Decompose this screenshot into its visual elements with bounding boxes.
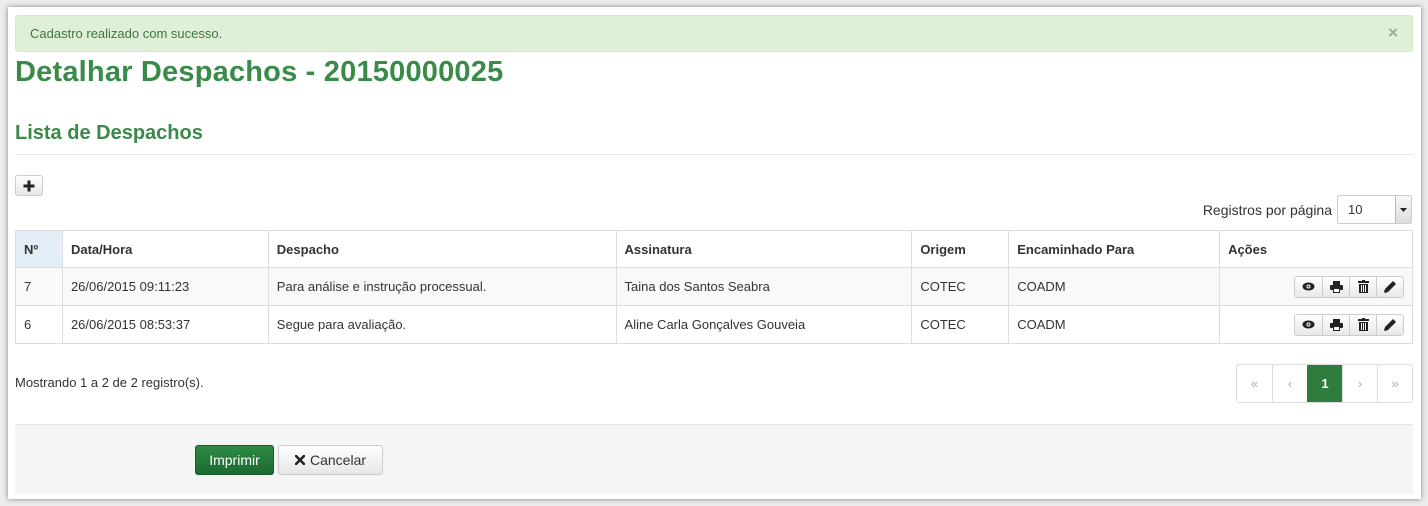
print-button[interactable]: Imprimir [195,445,274,475]
cell-assinatura: Taina dos Santos Seabra [615,267,913,306]
per-page-label: Registros por página [1202,201,1332,218]
cell-acoes [1219,267,1413,306]
column-header-numero[interactable]: Nº [15,230,63,268]
form-footer: Imprimir Cancelar [15,424,1413,494]
pagination-next[interactable]: › [1342,365,1377,402]
eye-icon[interactable] [1295,314,1322,335]
cell-assinatura: Aline Carla Gonçalves Gouveia [615,305,913,344]
trash-icon[interactable] [1349,314,1376,335]
table-header-row: Nº Data/Hora Despacho Assinatura Origem … [15,230,1413,268]
records-summary: Mostrando 1 a 2 de 2 registro(s). [15,375,204,390]
pencil-icon[interactable] [1376,276,1403,297]
add-despacho-button[interactable] [15,175,43,196]
cell-encaminhado: COADM [1008,267,1221,306]
print-icon[interactable] [1322,276,1349,297]
cancel-label: Cancelar [309,452,367,468]
column-header-encaminhado[interactable]: Encaminhado Para [1008,230,1221,268]
plus-icon [23,180,35,191]
cell-numero: 6 [15,305,63,344]
eye-icon[interactable] [1295,276,1322,297]
print-icon[interactable] [1322,314,1349,335]
cancel-button[interactable]: Cancelar [278,445,383,475]
chevron-down-icon [1395,196,1411,223]
trash-icon[interactable] [1349,276,1376,297]
row-action-group [1294,313,1404,336]
pagination-prev[interactable]: ‹ [1272,365,1307,402]
row-action-group [1294,275,1404,298]
cell-encaminhado: COADM [1008,305,1221,344]
per-page-control: Registros por página 10 [1203,195,1412,224]
column-header-assinatura[interactable]: Assinatura [615,230,913,268]
success-alert: Cadastro realizado com sucesso. × [15,15,1413,52]
pagination-first[interactable]: « [1237,365,1272,402]
alert-message: Cadastro realizado com sucesso. [30,26,223,41]
column-header-despacho[interactable]: Despacho [267,230,617,268]
divider [15,154,1413,155]
pagination-last[interactable]: » [1377,365,1412,402]
cell-numero: 7 [15,267,63,306]
cell-acoes [1219,305,1413,344]
close-icon [294,455,305,465]
cell-origem: COTEC [911,267,1010,306]
column-header-acoes: Ações [1219,230,1413,268]
despachos-table: Nº Data/Hora Despacho Assinatura Origem … [15,230,1413,344]
per-page-value: 10 [1348,202,1363,217]
cell-despacho: Segue para avaliação. [267,305,617,344]
table-row: 6 26/06/2015 08:53:37 Segue para avaliaç… [15,305,1413,344]
section-title: Lista de Despachos [15,122,203,144]
cell-origem: COTEC [911,305,1010,344]
close-icon[interactable]: × [1388,16,1398,49]
column-header-origem[interactable]: Origem [911,230,1010,268]
cell-data-hora: 26/06/2015 08:53:37 [61,305,269,344]
pencil-icon[interactable] [1376,314,1403,335]
per-page-select[interactable]: 10 [1337,195,1412,224]
column-header-data-hora[interactable]: Data/Hora [61,230,269,268]
cell-data-hora: 26/06/2015 09:11:23 [61,267,269,306]
cell-despacho: Para análise e instrução processual. [267,267,617,306]
page-frame: Cadastro realizado com sucesso. × Detalh… [8,7,1421,499]
page-title: Detalhar Despachos - 20150000025 [15,56,504,88]
table-row: 7 26/06/2015 09:11:23 Para análise e ins… [15,267,1413,306]
pagination-page-1[interactable]: 1 [1307,365,1342,402]
pagination: « ‹ 1 › » [1236,364,1413,403]
